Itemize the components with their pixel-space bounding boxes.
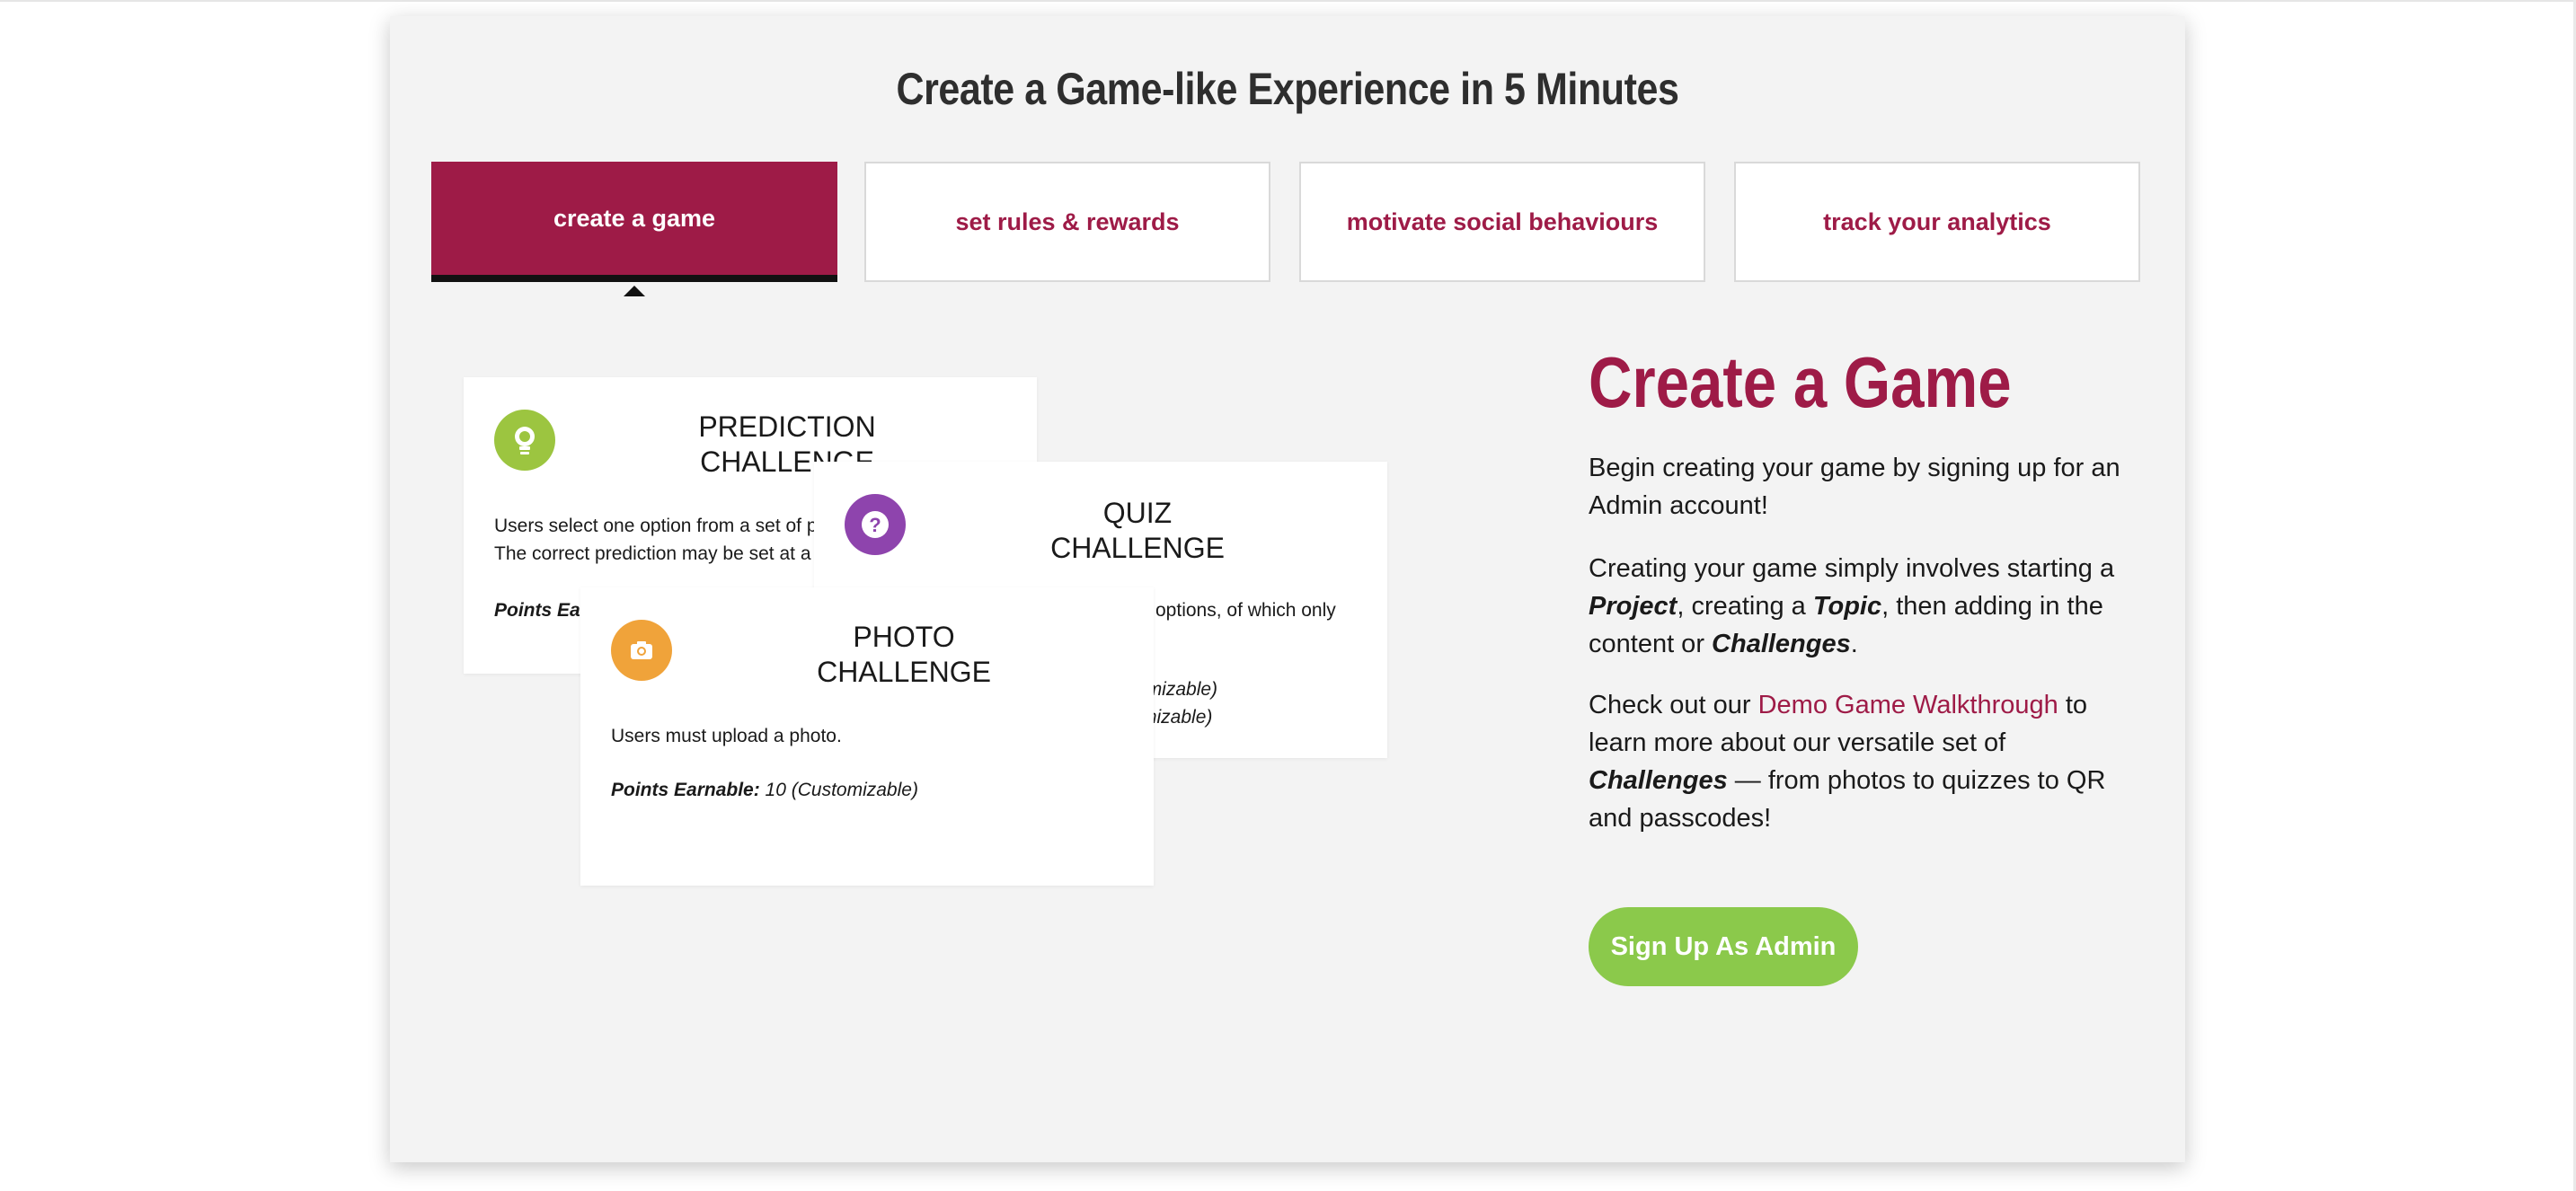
tab-label: track your analytics bbox=[1823, 207, 2051, 235]
tab-track-your-analytics[interactable]: track your analytics bbox=[1734, 162, 2140, 282]
card-points: Points Earnable: 10 (Customizable) bbox=[611, 780, 918, 800]
question-icon: ? bbox=[845, 494, 906, 555]
tab-create-a-game[interactable]: create a game bbox=[431, 162, 837, 282]
card-title: PHOTO CHALLENGE bbox=[817, 621, 991, 688]
process-paragraph: Creating your game simply involves start… bbox=[1589, 554, 2115, 658]
tab-label: motivate social behaviours bbox=[1346, 207, 1659, 235]
camera-icon bbox=[611, 620, 672, 681]
feature-panel: Create a Game-like Experience in 5 Minut… bbox=[390, 16, 2185, 1162]
card-description: Users select one option from a set of p … bbox=[494, 516, 818, 564]
intro-paragraph: Begin creating your game by signing up f… bbox=[1589, 454, 2120, 520]
active-tab-pointer bbox=[624, 286, 645, 296]
svg-text:?: ? bbox=[869, 514, 881, 536]
section-heading: Create a Game-like Experience in 5 Minut… bbox=[896, 64, 1679, 114]
demo-walkthrough-link[interactable]: Demo Game Walkthrough bbox=[1758, 691, 2058, 719]
card-points: Points Ea bbox=[494, 600, 580, 621]
content-title: Create a Game bbox=[1589, 342, 2012, 422]
card-description: Users must upload a photo. bbox=[611, 726, 842, 746]
page: Create a Game-like Experience in 5 Minut… bbox=[0, 0, 2576, 1191]
tab-set-rules-rewards[interactable]: set rules & rewards bbox=[864, 162, 1270, 282]
top-divider bbox=[0, 0, 2576, 2]
sign-up-admin-button[interactable]: Sign Up As Admin bbox=[1589, 907, 1858, 986]
card-title: QUIZ CHALLENGE bbox=[1050, 497, 1225, 564]
tab-motivate-social-behaviours[interactable]: motivate social behaviours bbox=[1299, 162, 1705, 282]
photo-challenge-card: PHOTO CHALLENGE Users must upload a phot… bbox=[580, 587, 1154, 886]
tab-label: set rules & rewards bbox=[955, 207, 1180, 235]
button-label: Sign Up As Admin bbox=[1610, 931, 1837, 961]
card-description: options, of which only bbox=[1155, 600, 1336, 621]
tab-label: create a game bbox=[553, 204, 716, 232]
lightbulb-icon bbox=[494, 410, 555, 471]
walkthrough-paragraph: Check out our Demo Game Walkthrough to l… bbox=[1589, 691, 2106, 833]
